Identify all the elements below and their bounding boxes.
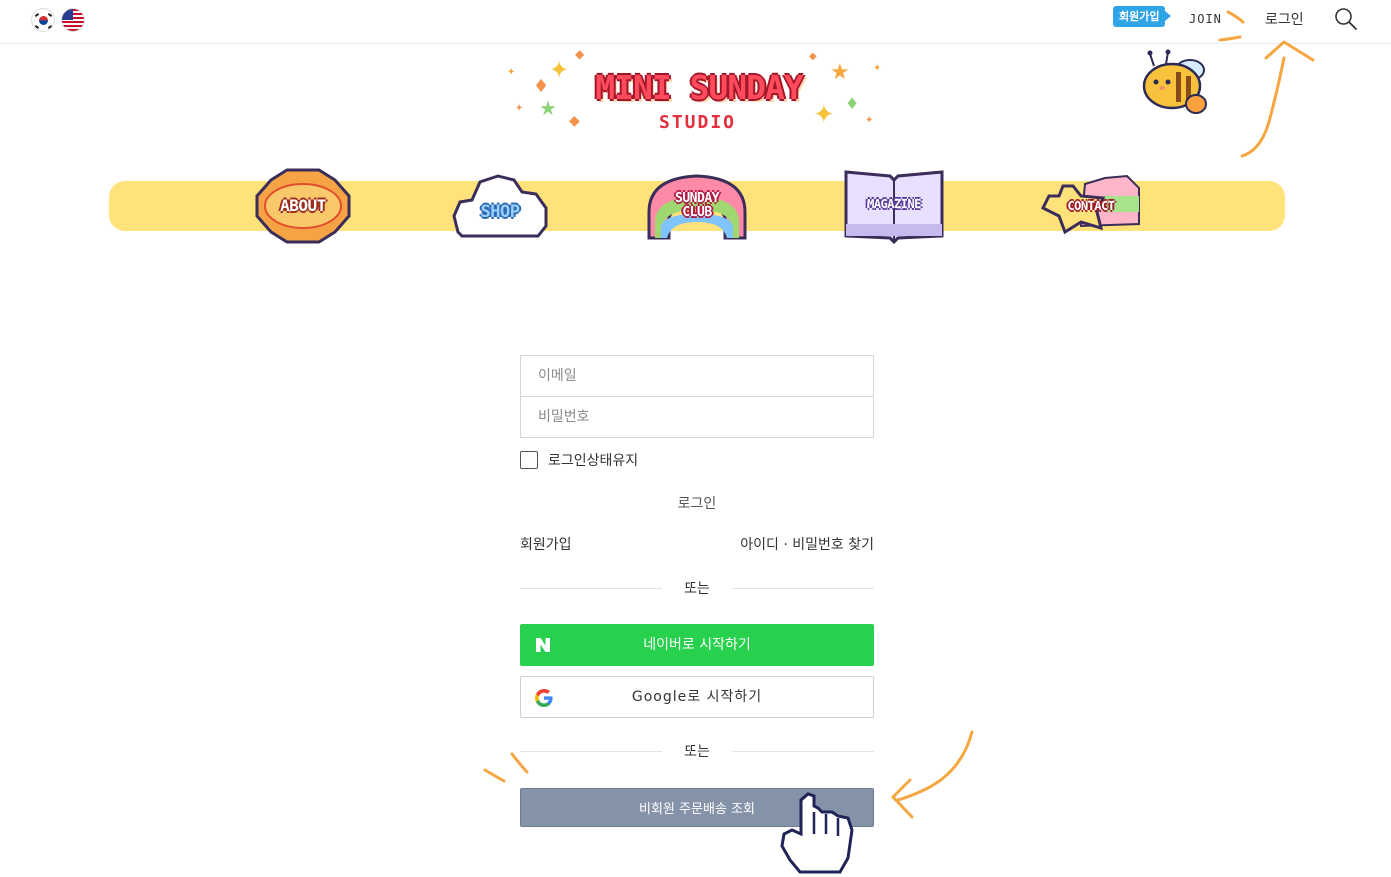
nav-magazine[interactable]: MAGAZINE — [844, 166, 944, 246]
naver-login-button[interactable]: 네이버로 시작하기 — [520, 624, 874, 666]
login-link[interactable]: 로그인 — [1265, 9, 1304, 29]
star-icon: ★ — [539, 96, 557, 120]
password-field[interactable] — [520, 396, 874, 438]
trigram — [47, 13, 53, 17]
nav-contact-label: CONTACT — [1067, 199, 1115, 213]
nav-sunday-club-label: SUNDAY CLUB — [647, 192, 747, 220]
divider-line — [732, 588, 874, 589]
naver-login-label: 네이버로 시작하기 — [643, 637, 751, 653]
nav-shop[interactable]: SHOP — [450, 166, 550, 246]
star-icon: ★ — [830, 60, 850, 85]
nav-sunday-club[interactable]: SUNDAY CLUB — [647, 166, 747, 246]
nav-sunday-club-line1: SUNDAY — [675, 191, 719, 206]
join-link[interactable]: JOIN — [1189, 12, 1222, 26]
heart-icon: ♦ — [845, 94, 860, 113]
join-badge[interactable]: 회원가입 — [1113, 6, 1173, 27]
nav-about[interactable]: ABOUT — [253, 166, 353, 246]
keep-login-checkbox-box[interactable] — [520, 451, 538, 469]
heart-icon: ♦ — [533, 76, 550, 97]
sparkle-icon: ✦ — [507, 67, 516, 78]
login-form — [520, 355, 874, 438]
sparkle-icon: ◆ — [809, 51, 817, 62]
email-field[interactable] — [520, 355, 874, 397]
bee-mascot-icon — [1142, 49, 1207, 114]
flag-canton — [62, 9, 73, 20]
nav-contact[interactable]: CONTACT — [1041, 166, 1141, 246]
sparkle-icon: ✦ — [865, 115, 874, 126]
sparkle-icon: ✦ — [549, 56, 570, 84]
signup-link[interactable]: 회원가입 — [520, 534, 572, 554]
divider-line — [732, 751, 874, 752]
usa-flag-icon[interactable] — [61, 8, 85, 32]
korea-flag-icon[interactable] — [31, 8, 55, 32]
sparkle-icon: ◆ — [575, 47, 585, 61]
sparkle-icon: ◆ — [569, 113, 580, 129]
google-login-label: Google로 시작하기 — [631, 689, 763, 705]
login-button[interactable]: 로그인 — [520, 490, 874, 516]
annotation-arrow-shaft — [1240, 56, 1286, 158]
google-login-button[interactable]: Google로 시작하기 — [520, 676, 874, 718]
find-id-password-link[interactable]: 아이디 · 비밀번호 찾기 — [740, 534, 874, 554]
trigram — [34, 25, 40, 29]
or-divider: 또는 — [520, 578, 874, 598]
nav-magazine-label: MAGAZINE — [867, 197, 921, 211]
sparkle-icon: ✦ — [873, 63, 882, 74]
keep-login-label: 로그인상태유지 — [548, 453, 639, 469]
sparkle-icon: ✦ — [813, 100, 835, 130]
site-logo[interactable]: ✦ ♦ ✦ ★ ◆ ◆ ✦ MINI SUNDAY STUDIO ★ ◆ ♦ ✦… — [505, 48, 889, 140]
top-bar: 회원가입 JOIN 로그인 — [0, 0, 1391, 44]
logo-title: MINI SUNDAY — [595, 68, 804, 107]
search-icon[interactable] — [1333, 6, 1359, 32]
nav-sunday-club-line2: CLUB — [682, 205, 712, 220]
nav-about-label: ABOUT — [280, 196, 326, 215]
annotation-mark — [483, 768, 506, 783]
annotation-arrow-head — [1264, 40, 1315, 62]
nav-shop-label: SHOP — [480, 202, 520, 222]
or-divider: 또는 — [520, 741, 874, 761]
annotation-arrow-head — [891, 778, 914, 819]
guest-order-lookup-button[interactable]: 비회원 주문배송 조회 — [520, 788, 874, 827]
trigram — [47, 25, 53, 29]
logo-subtitle: STUDIO — [658, 112, 737, 133]
trigram — [34, 13, 40, 17]
annotation-arrow-shaft — [896, 730, 974, 802]
sparkle-icon: ✦ — [515, 103, 524, 114]
taegeuk-symbol — [39, 16, 48, 25]
naver-n-icon — [536, 638, 550, 652]
google-g-icon — [535, 689, 553, 707]
